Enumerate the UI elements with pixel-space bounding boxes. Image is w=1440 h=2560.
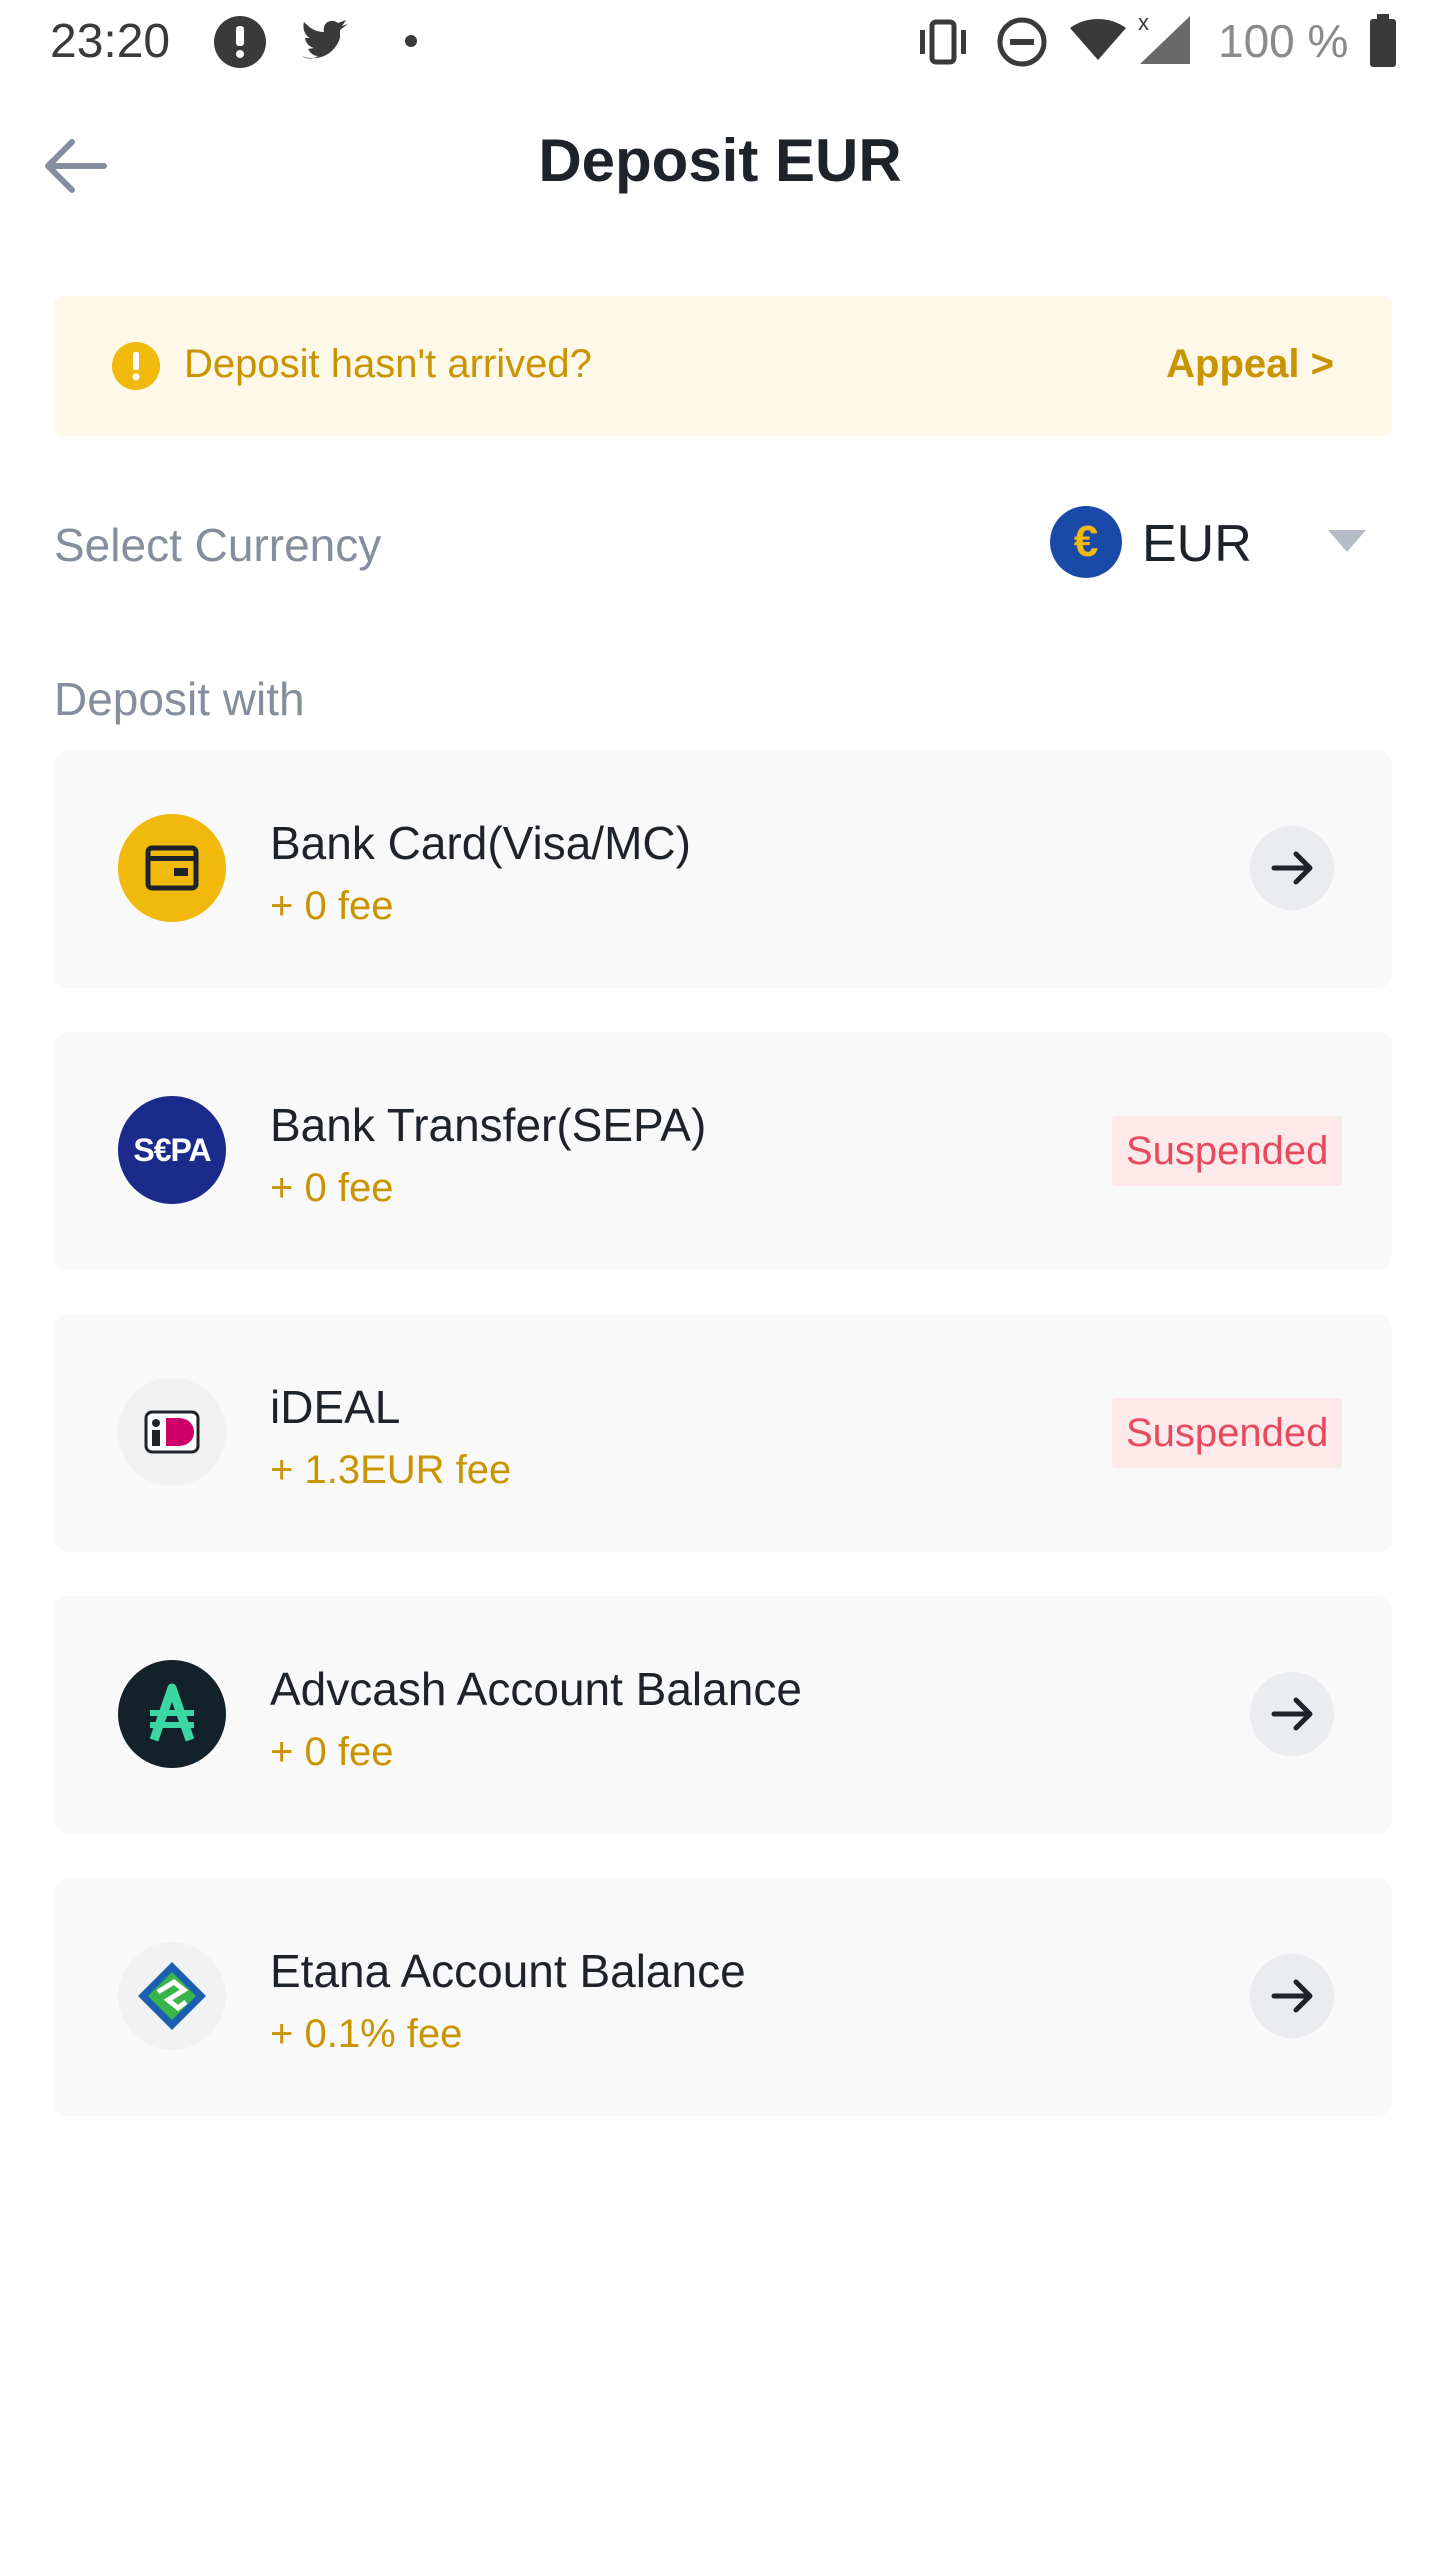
euro-symbol: € — [1073, 517, 1099, 566]
deposit-with-label: Deposit with — [54, 673, 305, 725]
twitter-icon — [298, 16, 354, 71]
suspended-badge: Suspended — [1112, 1398, 1343, 1468]
method-fee: + 1.3EUR fee — [270, 1448, 512, 1492]
sepa-icon: S€PA — [118, 1096, 226, 1204]
euro-icon: € — [1050, 506, 1122, 578]
suspended-badge: Suspended — [1112, 1116, 1343, 1186]
status-bar: 23:20 x 100 % — [0, 0, 1440, 84]
method-fee: + 0 fee — [270, 1730, 394, 1774]
vibrate-icon — [912, 14, 974, 75]
currency-code: EUR — [1142, 515, 1252, 573]
method-bank-transfer[interactable]: S€PA Bank Transfer(SEPA) + 0 fee Suspend… — [54, 1032, 1392, 1270]
status-time: 23:20 — [50, 15, 171, 68]
method-etana[interactable]: Etana Account Balance + 0.1% fee — [54, 1878, 1392, 2116]
method-advcash[interactable]: Advcash Account Balance + 0 fee — [54, 1596, 1392, 1834]
page-title: Deposit EUR — [538, 127, 902, 194]
method-name: iDEAL — [270, 1381, 401, 1433]
battery-icon — [1368, 14, 1398, 73]
battery-text: 100 % — [1218, 15, 1349, 67]
chevron-down-icon — [1328, 530, 1366, 556]
ideal-icon — [118, 1378, 226, 1486]
exclamation-icon — [112, 342, 160, 390]
currency-select[interactable]: € EUR — [1050, 500, 1390, 590]
arrow-right-icon[interactable] — [1250, 1954, 1334, 2038]
method-fee: + 0 fee — [270, 1166, 394, 1210]
method-ideal[interactable]: iDEAL + 1.3EUR fee Suspended — [54, 1314, 1392, 1552]
method-name: Advcash Account Balance — [270, 1663, 802, 1715]
arrow-left-icon — [38, 139, 118, 210]
dot-icon — [404, 34, 418, 53]
method-name: Etana Account Balance — [270, 1945, 746, 1997]
alert-banner: Deposit hasn't arrived? Appeal > — [54, 296, 1392, 436]
sepa-logo-text: S€PA — [133, 1132, 211, 1168]
method-fee: + 0 fee — [270, 884, 394, 928]
method-name: Bank Card(Visa/MC) — [270, 817, 691, 869]
advcash-icon — [118, 1660, 226, 1768]
signal-icon: x — [1136, 10, 1196, 71]
wifi-icon — [1068, 18, 1128, 67]
notification-icon — [212, 14, 268, 75]
dnd-icon — [996, 16, 1048, 73]
select-currency-label: Select Currency — [54, 519, 382, 571]
method-fee: + 0.1% fee — [270, 2012, 463, 2056]
appeal-link[interactable]: Appeal > — [1166, 342, 1334, 387]
method-name: Bank Transfer(SEPA) — [270, 1099, 707, 1151]
svg-text:x: x — [1138, 10, 1149, 35]
alert-text: Deposit hasn't arrived? — [184, 342, 592, 386]
wallet-icon — [118, 814, 226, 922]
etana-icon — [118, 1942, 226, 2050]
arrow-right-icon[interactable] — [1250, 1672, 1334, 1756]
method-bank-card[interactable]: Bank Card(Visa/MC) + 0 fee — [54, 750, 1392, 988]
arrow-right-icon[interactable] — [1250, 826, 1334, 910]
